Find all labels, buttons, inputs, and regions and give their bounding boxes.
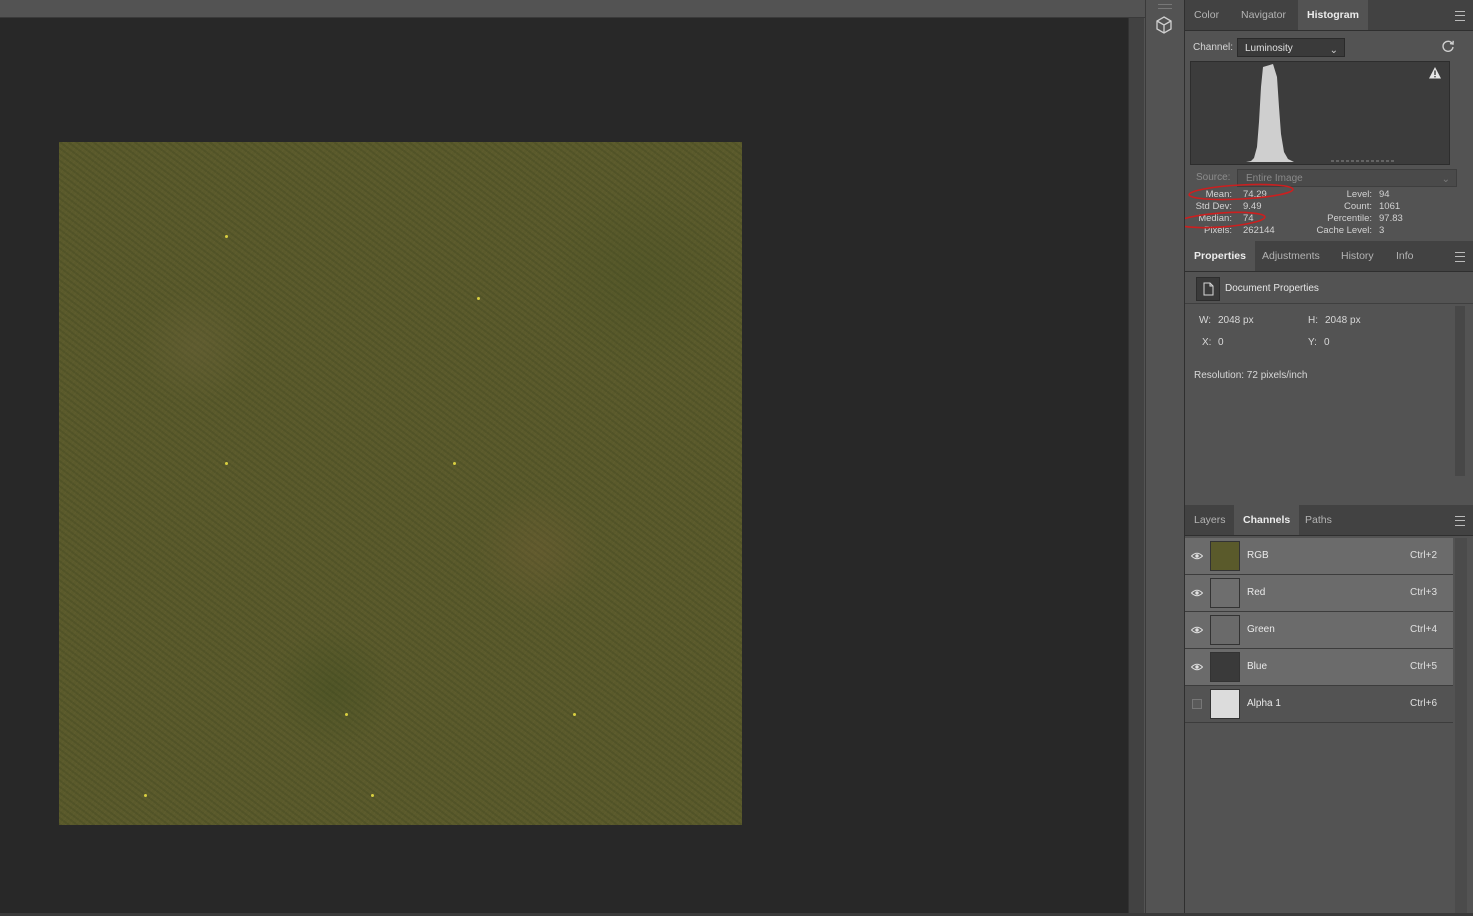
- tab-paths[interactable]: Paths: [1296, 505, 1341, 535]
- tab-info[interactable]: Info: [1387, 241, 1423, 271]
- channels-tabbar: Layers Channels Paths: [1185, 505, 1473, 536]
- 3d-cube-icon[interactable]: [1150, 12, 1178, 38]
- channel-thumbnail: [1210, 541, 1240, 571]
- grass-texture-image[interactable]: [59, 142, 742, 825]
- chevron-down-icon: ⌄: [1329, 45, 1338, 56]
- channel-thumbnail: [1210, 689, 1240, 719]
- channel-name: Green: [1247, 624, 1275, 635]
- channel-shortcut: Ctrl+4: [1410, 624, 1437, 635]
- channel-name: Red: [1247, 587, 1266, 598]
- y-label: Y:: [1308, 337, 1317, 348]
- channel-name: RGB: [1247, 550, 1269, 561]
- stat-percentile-value: 97.83: [1379, 213, 1403, 224]
- document-tab-strip: [0, 0, 1145, 18]
- flower-speck: [144, 794, 147, 797]
- document-properties-title: Document Properties: [1225, 283, 1319, 294]
- channel-name: Blue: [1247, 661, 1268, 672]
- histogram-graph: [1190, 61, 1450, 165]
- warning-triangle-icon[interactable]: [1428, 66, 1442, 80]
- right-panel-stack: Color Navigator Histogram Channel: Lumin…: [1185, 0, 1473, 913]
- channel-select-value: Luminosity: [1245, 43, 1293, 54]
- x-value[interactable]: 0: [1218, 337, 1224, 348]
- eye-icon[interactable]: [1191, 663, 1203, 671]
- tab-histogram[interactable]: Histogram: [1298, 0, 1368, 30]
- width-label: W:: [1199, 315, 1212, 326]
- flower-speck: [345, 713, 348, 716]
- flower-speck: [453, 462, 456, 465]
- properties-body: [1185, 272, 1473, 503]
- histogram-tabbar: Color Navigator Histogram: [1185, 0, 1473, 31]
- stat-cache-level-value: 3: [1379, 225, 1385, 236]
- width-value[interactable]: 2048 px: [1218, 315, 1254, 326]
- tab-layers[interactable]: Layers: [1185, 505, 1235, 535]
- x-label: X:: [1202, 337, 1212, 348]
- channel-label: Channel:: [1193, 42, 1234, 53]
- height-label: H:: [1308, 315, 1318, 326]
- panel-menu-icon[interactable]: [1455, 11, 1465, 21]
- chevron-down-icon: ⌄: [1441, 174, 1450, 185]
- tab-color[interactable]: Color: [1185, 0, 1228, 30]
- flower-speck: [573, 713, 576, 716]
- y-value[interactable]: 0: [1324, 337, 1330, 348]
- channel-select[interactable]: Luminosity ⌄: [1237, 38, 1345, 57]
- channel-shortcut: Ctrl+3: [1410, 587, 1437, 598]
- channel-row-blue[interactable]: Blue Ctrl+5: [1185, 649, 1453, 686]
- channels-scrollbar[interactable]: [1455, 538, 1467, 913]
- eye-icon[interactable]: [1191, 552, 1203, 560]
- tab-channels[interactable]: Channels: [1234, 505, 1300, 535]
- channel-row-rgb[interactable]: RGB Ctrl+2: [1185, 538, 1453, 575]
- channel-shortcut: Ctrl+5: [1410, 661, 1437, 672]
- channel-thumbnail: [1210, 578, 1240, 608]
- channel-row-alpha-1[interactable]: Alpha 1 Ctrl+6: [1185, 686, 1453, 723]
- refresh-icon[interactable]: [1441, 39, 1455, 53]
- channel-shortcut: Ctrl+6: [1410, 698, 1437, 709]
- tab-adjustments[interactable]: Adjustments: [1253, 241, 1329, 271]
- properties-tabbar: Properties Adjustments History Info: [1185, 241, 1473, 272]
- dock-grip[interactable]: [1158, 4, 1172, 9]
- stat-count-value: 1061: [1379, 201, 1401, 212]
- channel-shortcut: Ctrl+2: [1410, 550, 1437, 561]
- stat-level-value: 94: [1379, 189, 1390, 200]
- channel-row-green[interactable]: Green Ctrl+4: [1185, 612, 1453, 649]
- channel-name: Alpha 1: [1247, 698, 1281, 709]
- channel-thumbnail: [1210, 652, 1240, 682]
- histogram-panel: Color Navigator Histogram Channel: Lumin…: [1185, 0, 1473, 240]
- properties-scrollbar[interactable]: [1455, 306, 1465, 476]
- document-icon: [1196, 277, 1220, 301]
- eye-icon[interactable]: [1191, 589, 1203, 597]
- visibility-toggle-empty[interactable]: [1192, 699, 1202, 709]
- eye-icon[interactable]: [1191, 626, 1203, 634]
- canvas-vertical-scrollbar[interactable]: [1128, 18, 1144, 913]
- panel-menu-icon[interactable]: [1455, 252, 1465, 262]
- height-value[interactable]: 2048 px: [1325, 315, 1361, 326]
- channel-row-red[interactable]: Red Ctrl+3: [1185, 575, 1453, 612]
- panel-menu-icon[interactable]: [1455, 516, 1465, 526]
- channel-thumbnail: [1210, 615, 1240, 645]
- flower-speck: [477, 297, 480, 300]
- resolution-text: Resolution: 72 pixels/inch: [1194, 370, 1308, 381]
- tab-history[interactable]: History: [1332, 241, 1383, 271]
- flower-speck: [371, 794, 374, 797]
- flower-speck: [225, 235, 228, 238]
- tab-navigator[interactable]: Navigator: [1232, 0, 1295, 30]
- collapsed-panel-dock: [1145, 0, 1185, 913]
- flower-speck: [225, 462, 228, 465]
- red-annotation-marks: [1185, 183, 1294, 229]
- properties-divider: [1185, 303, 1473, 304]
- tab-properties[interactable]: Properties: [1185, 241, 1255, 271]
